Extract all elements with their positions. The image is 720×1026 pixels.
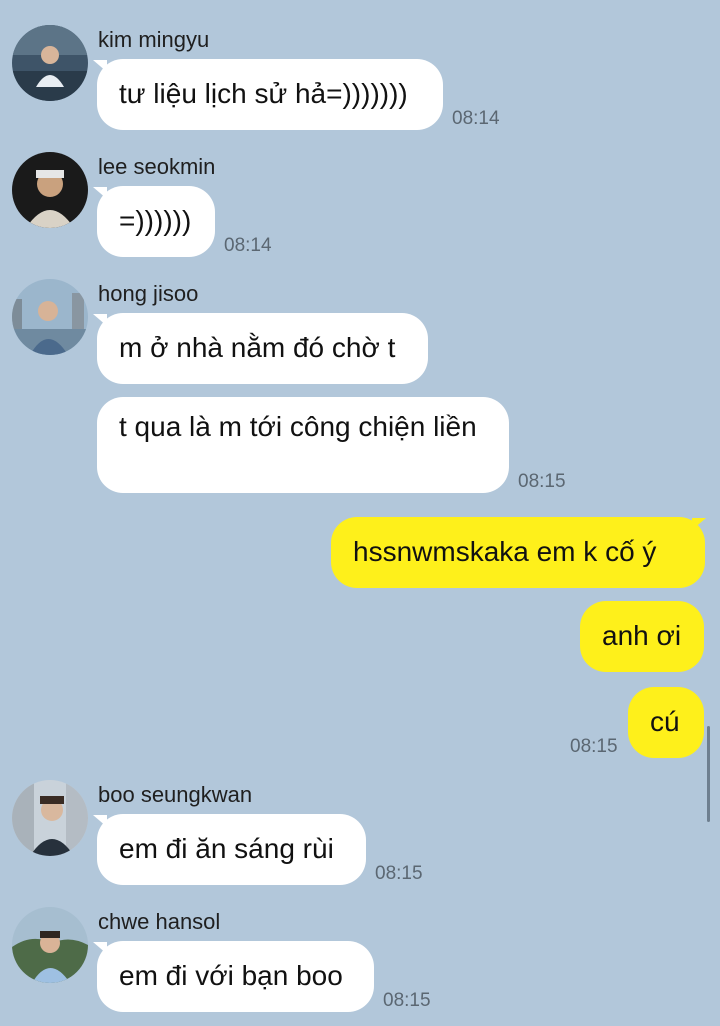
avatar-lee-seokmin[interactable]	[12, 152, 88, 228]
sender-name: hong jisoo	[98, 281, 199, 306]
message-bubble[interactable]: tư liệu lịch sử hả=)))))))	[97, 59, 443, 130]
message-time: 08:14	[452, 108, 500, 129]
message-time: 08:15	[383, 990, 431, 1011]
sender-name: lee seokmin	[98, 154, 216, 179]
avatar-chwe-hansol[interactable]	[12, 907, 88, 983]
sender-name: chwe hansol	[98, 909, 221, 934]
message-bubble[interactable]: em đi ăn sáng rùi	[97, 814, 366, 885]
message-time: 08:14	[224, 235, 272, 256]
message-bubble[interactable]: t qua là m tới công chiện liền	[97, 397, 509, 493]
message-time: 08:15	[570, 736, 618, 757]
message-bubble[interactable]: hssnwmskaka em k cố ý	[331, 517, 705, 588]
sender-name: kim mingyu	[98, 27, 210, 52]
avatar-hong-jisoo[interactable]	[12, 279, 88, 355]
message-time: 08:15	[375, 863, 423, 884]
message-bubble[interactable]: =))))))	[97, 186, 215, 257]
sender-name: boo seungkwan	[98, 782, 253, 807]
avatar-boo-seungkwan[interactable]	[12, 780, 88, 856]
message-bubble[interactable]: cú	[628, 687, 704, 758]
message-time: 08:15	[518, 471, 566, 492]
avatar-kim-mingyu[interactable]	[12, 25, 88, 101]
scrollbar-thumb[interactable]	[707, 726, 710, 822]
message-bubble[interactable]: em đi với bạn boo	[97, 941, 374, 1012]
message-bubble[interactable]: m ở nhà nằm đó chờ t	[97, 313, 428, 384]
message-bubble[interactable]: anh ơi	[580, 601, 704, 672]
